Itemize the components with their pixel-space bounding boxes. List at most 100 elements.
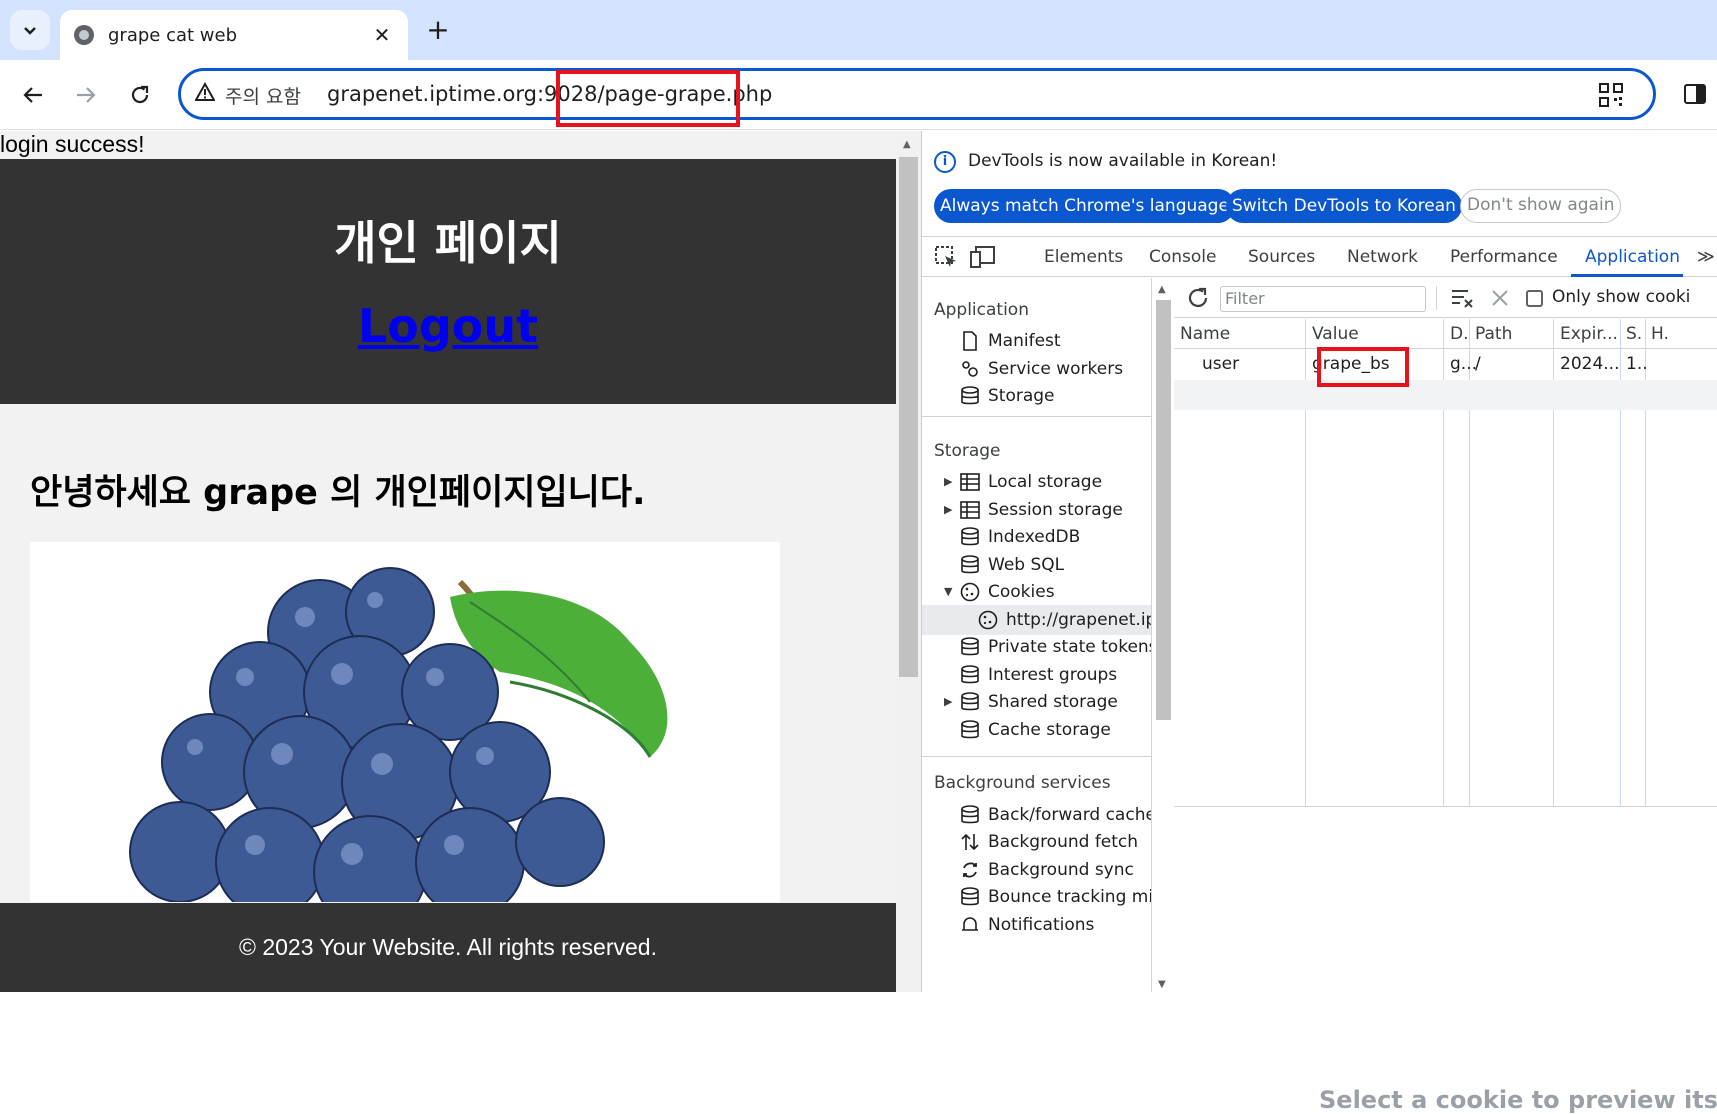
sidebar-item-label: IndexedDB	[988, 527, 1081, 547]
column-header-path[interactable]: Path	[1475, 324, 1512, 344]
tab-application[interactable]: Application	[1585, 247, 1680, 267]
sidebar-item-label: Local storage	[988, 472, 1103, 492]
tab-sources[interactable]: Sources	[1248, 247, 1315, 267]
sidebar-item-interest-groups[interactable]: Interest groups	[922, 660, 1151, 690]
security-label[interactable]: 주의 요함	[225, 82, 301, 109]
browser-toolbar: 주의 요함 grapenet.iptime.org:9028/page-grap…	[0, 60, 1717, 130]
column-header-expires[interactable]: Expir...	[1560, 324, 1618, 344]
cookie-icon	[978, 610, 998, 630]
page-header: 개인 페이지 Logout	[0, 159, 896, 404]
tab-search-button[interactable]	[10, 10, 50, 50]
browser-tab[interactable]: grape cat web ✕	[60, 10, 408, 60]
sidebar-item-private-state-tokens[interactable]: Private state tokens	[922, 632, 1152, 662]
warning-icon[interactable]	[194, 81, 216, 107]
application-sidebar: Application Manifest Service workers Sto…	[922, 278, 1152, 992]
forward-arrow-icon	[77, 87, 96, 103]
sidebar-item-session-storage[interactable]: ▶ Session storage	[922, 495, 1151, 525]
sidebar-item-label: Storage	[988, 386, 1055, 406]
qr-code-icon[interactable]	[1599, 83, 1623, 107]
collapse-arrow-icon[interactable]: ▼	[944, 577, 952, 607]
switch-to-korean-button[interactable]: Switch DevTools to Korean	[1226, 189, 1462, 223]
refresh-icon[interactable]	[1186, 286, 1210, 310]
sidebar-item-shared-storage[interactable]: ▶ Shared storage	[922, 687, 1151, 717]
table-header-row: Name Value D. Path Expir... S. H.	[1174, 319, 1717, 349]
devtools-panel: i DevTools is now available in Korean! A…	[921, 131, 1717, 1114]
scroll-up-arrow-icon[interactable]: ▲	[903, 139, 911, 150]
sidebar-item-label: Shared storage	[988, 692, 1118, 712]
page-scrollbar-thumb[interactable]	[899, 157, 918, 677]
only-show-issues-checkbox[interactable]	[1526, 290, 1543, 307]
sidebar-item-background-sync[interactable]: Background sync	[922, 855, 1151, 885]
sidebar-heading-background-services: Background services	[934, 773, 1111, 793]
only-show-issues-label: Only show cooki	[1552, 287, 1691, 307]
expand-arrow-icon[interactable]: ▶	[944, 687, 952, 717]
sidebar-item-local-storage[interactable]: ▶ Local storage	[922, 467, 1151, 497]
reload-icon	[131, 85, 149, 104]
cookie-preview-message: Select a cookie to preview its v	[1319, 1086, 1717, 1114]
delete-selected-icon[interactable]	[1490, 288, 1510, 308]
sidebar-item-cache-storage[interactable]: Cache storage	[922, 715, 1151, 745]
column-header-name[interactable]: Name	[1180, 324, 1230, 344]
sidebar-item-service-workers[interactable]: Service workers	[922, 354, 1151, 384]
forward-button[interactable]	[69, 78, 103, 112]
sidebar-item-background-fetch[interactable]: Background fetch	[922, 827, 1151, 857]
expand-arrow-icon[interactable]: ▶	[944, 495, 952, 525]
database-icon	[961, 386, 979, 405]
sidebar-item-label: Background fetch	[988, 832, 1139, 852]
sidebar-item-notifications[interactable]: Notifications	[922, 910, 1151, 940]
address-bar[interactable]: 주의 요함 grapenet.iptime.org:9028/page-grap…	[178, 68, 1656, 120]
scroll-up-arrow-icon[interactable]: ▲	[1158, 284, 1166, 295]
database-icon	[961, 637, 979, 656]
sidebar-item-cookie-origin[interactable]: http://grapenet.ip	[922, 605, 1151, 635]
sidebar-item-label: Web SQL	[988, 555, 1065, 575]
device-toolbar-icon[interactable]	[970, 245, 996, 269]
dont-show-again-button[interactable]: Don't show again	[1460, 189, 1622, 223]
page-scrollbar[interactable]: ▲	[896, 131, 921, 992]
scroll-down-arrow-icon[interactable]: ▼	[1158, 979, 1166, 990]
active-tab-indicator	[1571, 274, 1683, 277]
login-message: login success!	[0, 131, 145, 157]
logout-link[interactable]: Logout	[0, 299, 896, 353]
sidebar-item-label: Private state tokens	[988, 637, 1152, 657]
column-header-value[interactable]: Value	[1312, 324, 1359, 344]
sidebar-item-indexeddb[interactable]: IndexedDB	[922, 522, 1151, 552]
sidebar-item-label: Interest groups	[988, 665, 1118, 685]
side-panel-icon[interactable]	[1684, 84, 1706, 104]
sidebar-item-label: Back/forward cache	[988, 805, 1152, 825]
sidebar-scrollbar[interactable]: ▲ ▼	[1152, 278, 1173, 992]
inspect-element-icon[interactable]	[934, 245, 960, 269]
info-icon: i	[934, 151, 956, 173]
always-match-language-button[interactable]: Always match Chrome's language	[934, 189, 1235, 223]
greeting-heading: 안녕하세요 grape 의 개인페이지입니다.	[30, 473, 646, 513]
tab-elements[interactable]: Elements	[1044, 247, 1123, 267]
clear-all-icon[interactable]	[1450, 286, 1474, 310]
sidebar-item-label: Session storage	[988, 500, 1123, 520]
column-header-size[interactable]: S.	[1626, 324, 1642, 344]
reload-button[interactable]	[123, 78, 157, 112]
column-header-domain[interactable]: D.	[1450, 324, 1469, 344]
sidebar-item-web-sql[interactable]: Web SQL	[922, 550, 1151, 580]
expand-arrow-icon[interactable]: ▶	[944, 467, 952, 497]
sidebar-item-manifest[interactable]: Manifest	[922, 326, 1151, 356]
database-icon	[961, 887, 979, 906]
more-tabs-button[interactable]: ≫	[1697, 247, 1715, 267]
table-row[interactable]: user grape_bs g... / 2024... 1..	[1174, 350, 1717, 380]
tab-network[interactable]: Network	[1347, 247, 1418, 267]
sidebar-item-back-forward-cache[interactable]: Back/forward cache	[922, 800, 1152, 830]
sidebar-item-label: Manifest	[988, 331, 1061, 351]
tab-console[interactable]: Console	[1149, 247, 1217, 267]
column-header-httponly[interactable]: H.	[1651, 324, 1669, 344]
sidebar-item-bounce-tracking[interactable]: Bounce tracking mit	[922, 882, 1151, 912]
new-tab-button[interactable]: +	[424, 14, 452, 46]
back-button[interactable]	[16, 78, 50, 112]
sidebar-item-label: Cookies	[988, 582, 1055, 602]
sidebar-scrollbar-thumb[interactable]	[1156, 300, 1171, 720]
sidebar-item-label: Notifications	[988, 915, 1095, 935]
sidebar-heading-storage: Storage	[934, 441, 1001, 461]
sidebar-item-storage-overview[interactable]: Storage	[922, 381, 1151, 411]
cookie-filter-input[interactable]: Filter	[1220, 286, 1426, 312]
tab-close-button[interactable]: ✕	[370, 23, 394, 47]
tab-performance[interactable]: Performance	[1450, 247, 1558, 267]
sidebar-item-cookies[interactable]: ▼ Cookies	[922, 577, 1151, 607]
page-title: 개인 페이지	[334, 216, 562, 270]
